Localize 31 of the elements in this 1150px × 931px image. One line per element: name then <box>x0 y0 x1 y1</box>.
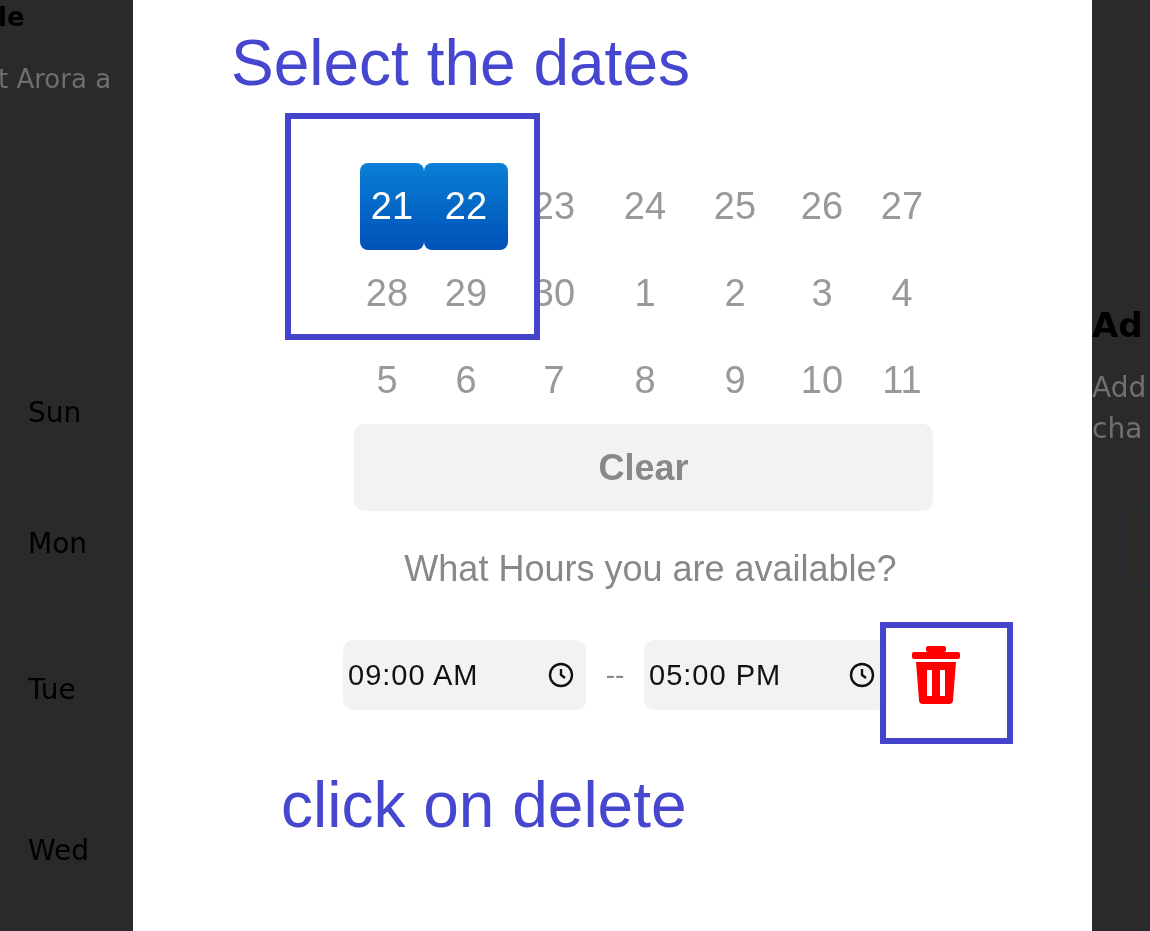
date-cell[interactable]: 29 <box>424 250 508 337</box>
date-cell[interactable]: 6 <box>424 337 508 424</box>
date-cell[interactable]: 9 <box>690 337 780 424</box>
start-time-field[interactable]: 09:00 AM <box>343 640 586 710</box>
date-cell[interactable]: 2 <box>690 250 780 337</box>
date-cell[interactable]: 3 <box>780 250 864 337</box>
date-cell[interactable]: 1 <box>600 250 690 337</box>
time-separator: -- <box>604 659 626 691</box>
panel-text: cha <box>1092 412 1144 445</box>
date-cell[interactable]: 5 <box>350 337 424 424</box>
trash-icon[interactable] <box>912 646 960 704</box>
hours-prompt: What Hours you are available? <box>403 548 898 590</box>
clock-icon <box>849 662 875 688</box>
date-cell[interactable]: 24 <box>600 163 690 250</box>
date-cell[interactable]: 10 <box>780 337 864 424</box>
date-cell[interactable]: 7 <box>508 337 600 424</box>
date-cell[interactable]: 26 <box>780 163 864 250</box>
date-cell[interactable]: 22 <box>424 163 508 250</box>
annotation-text: click on delete <box>281 768 687 842</box>
clear-button[interactable]: Clear <box>354 424 933 511</box>
date-cell[interactable]: 11 <box>864 337 940 424</box>
date-cell[interactable]: 21 <box>360 163 424 250</box>
end-time-field[interactable]: 05:00 PM <box>644 640 887 710</box>
panel-text: Add <box>1092 371 1148 404</box>
annotation-text: Select the dates <box>231 26 690 100</box>
date-cell[interactable]: 4 <box>864 250 940 337</box>
date-cell[interactable]: 28 <box>350 250 424 337</box>
date-cell[interactable]: 27 <box>864 163 940 250</box>
clock-icon <box>548 662 574 688</box>
date-cell[interactable]: 8 <box>600 337 690 424</box>
date-cell[interactable]: 25 <box>690 163 780 250</box>
